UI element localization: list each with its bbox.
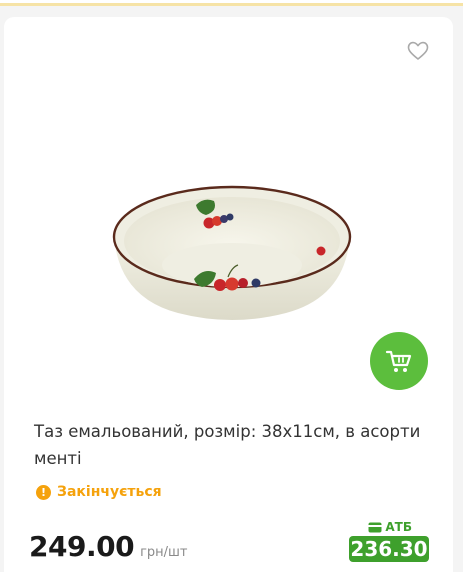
stock-status-label: Закінчується <box>57 484 162 500</box>
add-to-cart-button[interactable] <box>370 332 428 390</box>
top-divider <box>0 0 463 6</box>
cart-icon <box>385 350 412 372</box>
product-title[interactable]: Таз емальований, розмір: 38х11см, в асор… <box>34 418 429 472</box>
loyalty-price-block: АТБ 236.30 <box>347 520 429 566</box>
price-value: 249.00 <box>29 530 135 563</box>
price-block: 249.00 грн/шт <box>29 530 188 563</box>
favorite-button[interactable] <box>407 41 429 61</box>
warning-icon: ! <box>36 484 51 500</box>
loyalty-label: АТБ <box>368 520 412 534</box>
product-card[interactable]: Таз емальований, розмір: 38х11см, в асор… <box>4 17 453 572</box>
card-icon <box>368 522 382 532</box>
stock-status: ! Закінчується <box>36 483 162 501</box>
enamel-basin-picture <box>112 185 352 320</box>
loyalty-price: 236.30 <box>349 536 429 562</box>
loyalty-label-text: АТБ <box>385 520 412 534</box>
heart-icon <box>407 41 429 60</box>
price-unit: грн/шт <box>140 545 188 560</box>
product-image[interactable] <box>108 175 356 325</box>
